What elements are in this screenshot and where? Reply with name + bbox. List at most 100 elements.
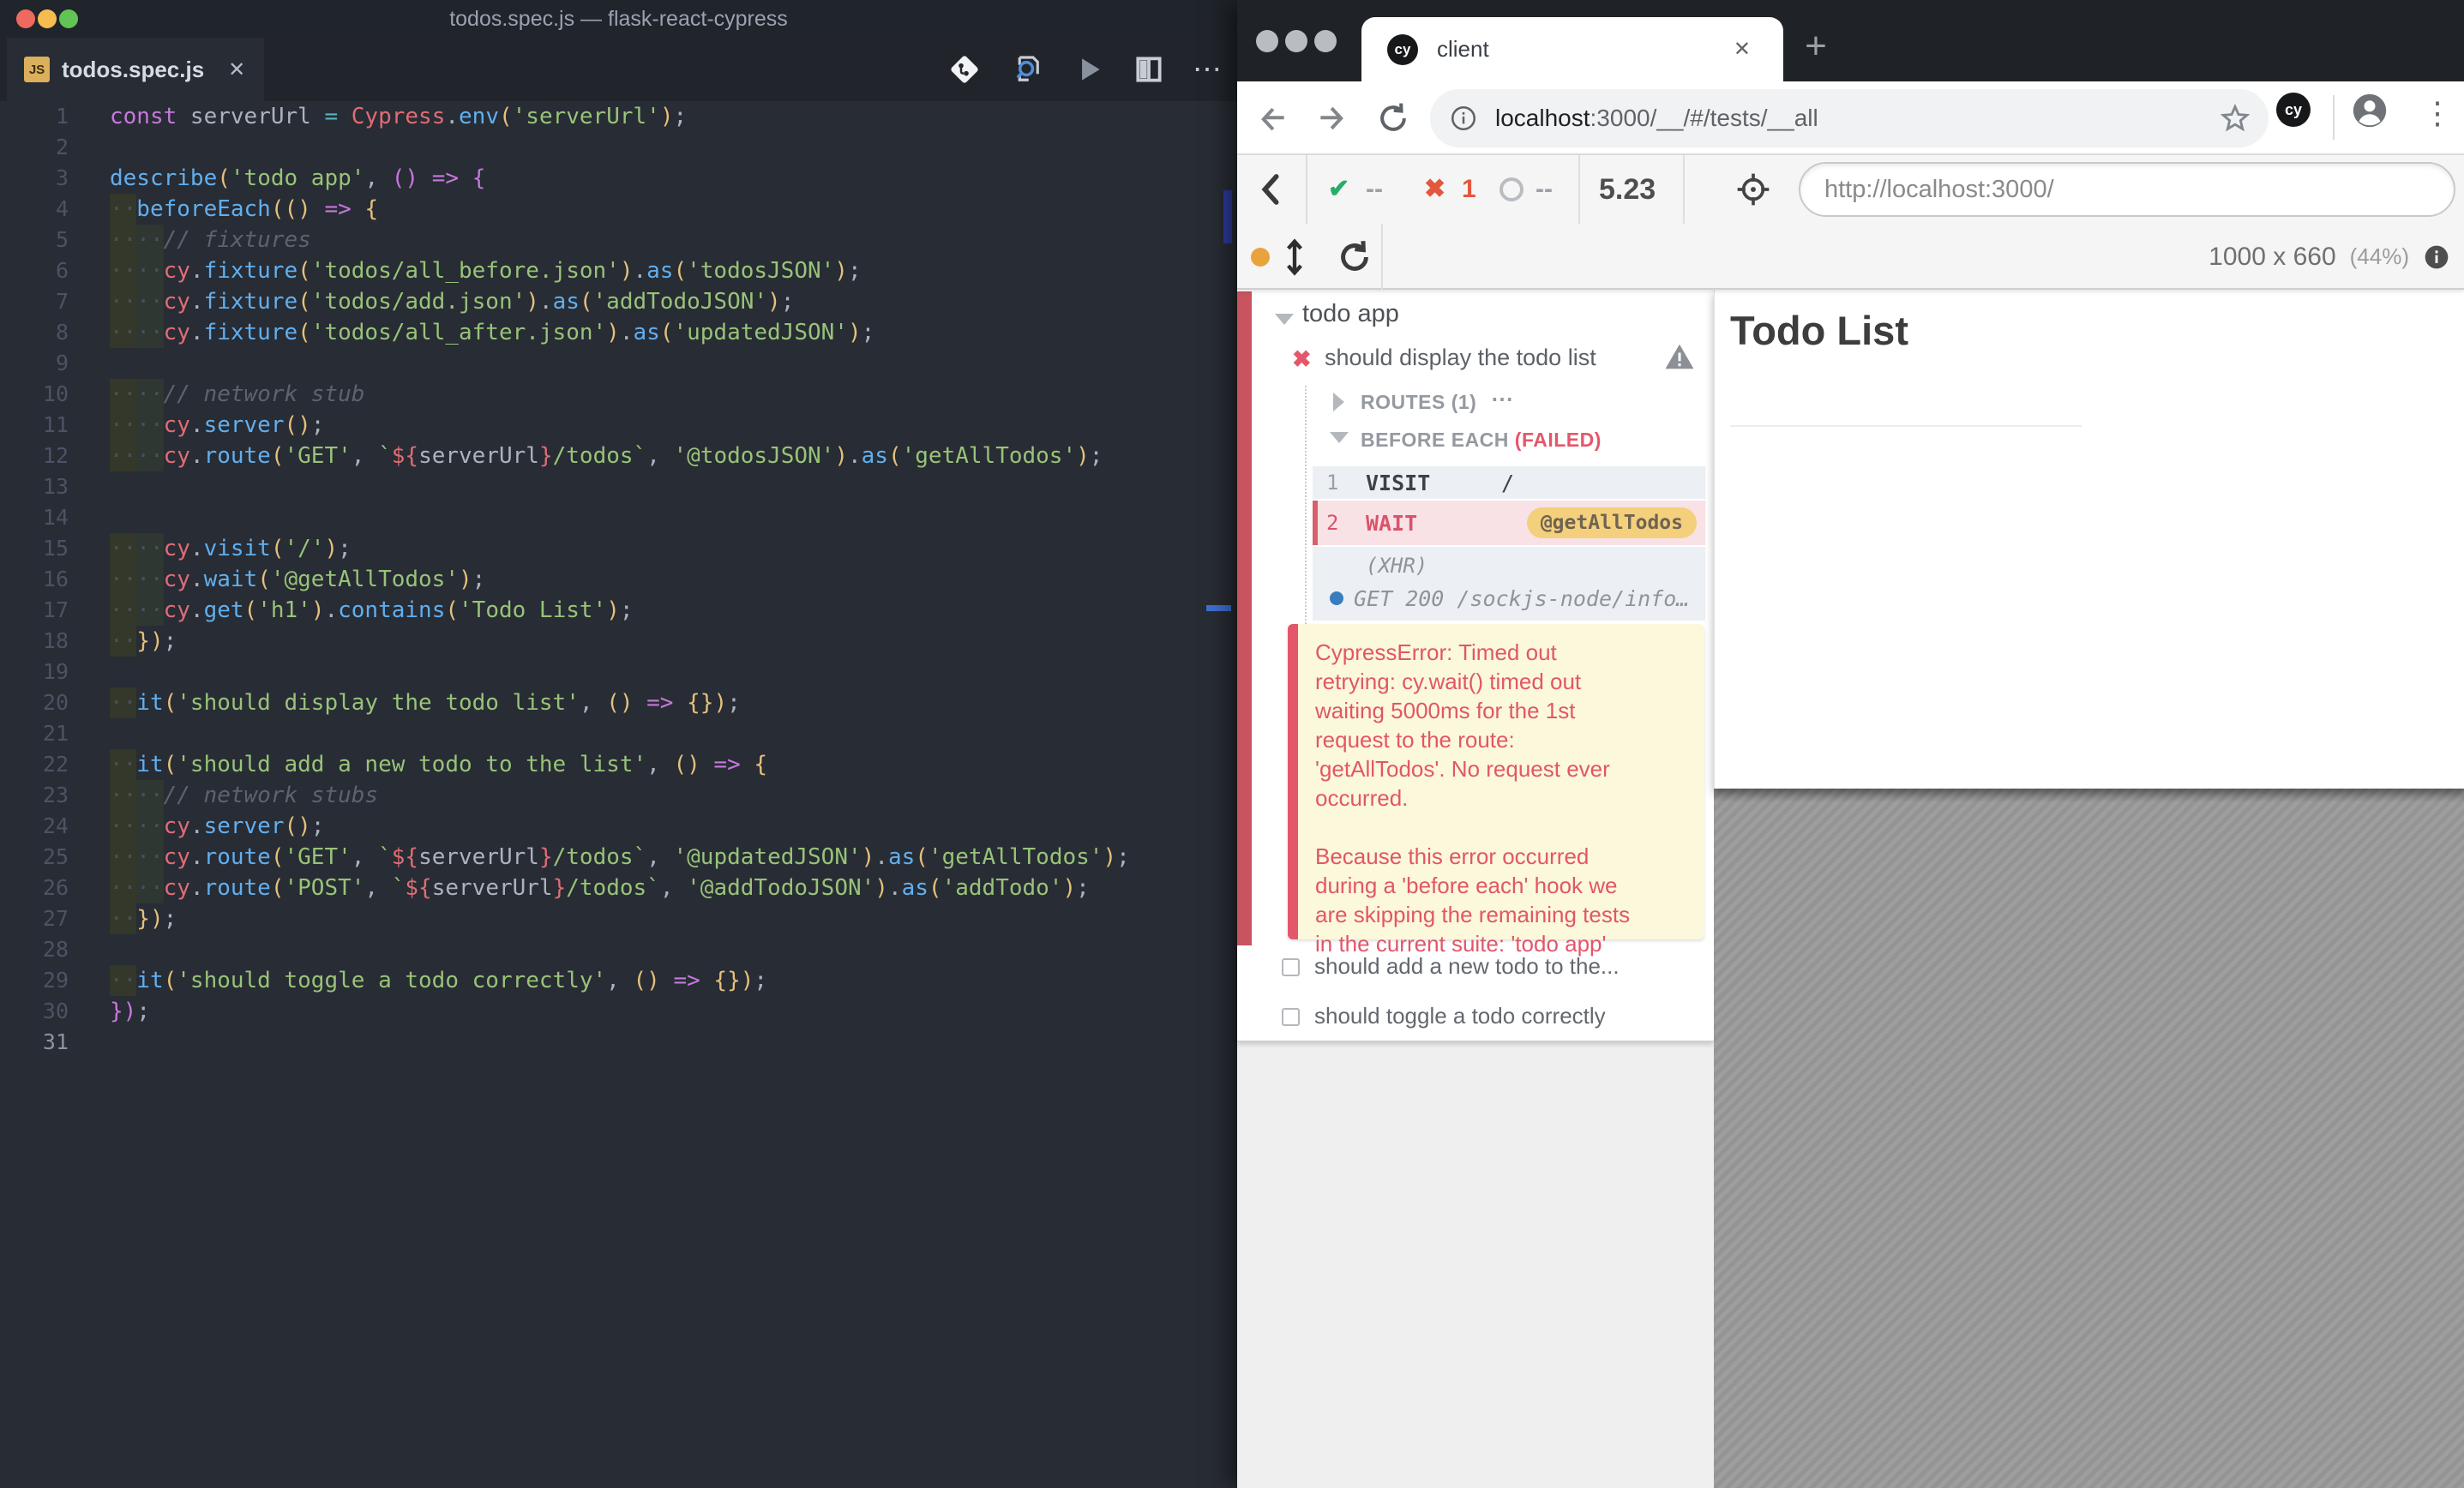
line-number: 7 xyxy=(0,286,69,317)
line-number: 8 xyxy=(0,317,69,348)
code-line[interactable]: 19 xyxy=(0,657,1206,687)
app-iframe[interactable]: Todo List xyxy=(1714,290,2464,789)
search-preview-icon[interactable] xyxy=(1009,51,1045,87)
maximize-window-button[interactable] xyxy=(1314,30,1337,52)
split-editor-icon[interactable] xyxy=(1133,53,1165,86)
code-line[interactable]: 27··}); xyxy=(0,903,1206,934)
routes-section-label[interactable]: ROUTES (1) xyxy=(1361,391,1476,414)
code-line[interactable]: 13 xyxy=(0,471,1206,502)
code-line[interactable]: 26····cy.route('POST', `${serverUrl}/tod… xyxy=(0,873,1206,903)
route-alias-badge[interactable]: @getAllTodos xyxy=(1527,507,1697,538)
code-line[interactable]: 7····cy.fixture('todos/add.json').as('ad… xyxy=(0,286,1206,317)
code-line[interactable]: 12····cy.route('GET', `${serverUrl}/todo… xyxy=(0,441,1206,471)
close-tab-icon[interactable]: ✕ xyxy=(228,57,245,82)
header-divider xyxy=(1578,155,1580,224)
viewport-crosshair-icon[interactable] xyxy=(1734,171,1772,213)
chrome-titlebar[interactable]: cy client ✕ + xyxy=(1237,0,2464,81)
suite-collapse-caret[interactable] xyxy=(1275,314,1294,325)
code-line[interactable]: 10····// network stub xyxy=(0,379,1206,410)
cypress-extension-icon[interactable]: cy xyxy=(2276,93,2311,127)
routes-more-icon[interactable]: ⋯ xyxy=(1491,386,1514,412)
page-info-icon[interactable] xyxy=(1449,104,1478,133)
error-message-box[interactable]: CypressError: Timed out retrying: cy.wai… xyxy=(1288,624,1704,939)
back-icon[interactable] xyxy=(1253,99,1290,137)
chrome-toolbar: localhost:3000/__/#/tests/__all cy ⋮ xyxy=(1237,81,2464,155)
url-text: localhost:3000/__/#/tests/__all xyxy=(1495,105,1818,132)
pending-circle-icon xyxy=(1499,177,1523,201)
suite-title[interactable]: todo app xyxy=(1302,300,1399,328)
failed-test-title[interactable]: should display the todo list xyxy=(1325,345,1596,371)
vscode-titlebar[interactable]: todos.spec.js — flask-react-cypress xyxy=(0,0,1237,38)
close-tab-icon[interactable]: ✕ xyxy=(1734,37,1751,62)
nesting-guide xyxy=(1305,386,1307,624)
new-tab-button[interactable]: + xyxy=(1794,26,1837,69)
code-line[interactable]: 15····cy.visit('/'); xyxy=(0,533,1206,564)
command-row-wait-failed[interactable]: 2 WAIT @getAllTodos xyxy=(1313,501,1705,545)
command-number: 1 xyxy=(1326,471,1338,495)
code-line[interactable]: 24····cy.server(); xyxy=(0,811,1206,842)
hook-section-label[interactable]: BEFORE EACH (FAILED) xyxy=(1361,429,1602,452)
editor-tab-label: todos.spec.js xyxy=(62,57,204,83)
code-line[interactable]: 6····cy.fixture('todos/all_before.json')… xyxy=(0,255,1206,286)
code-line[interactable]: 30}); xyxy=(0,996,1206,1027)
code-line[interactable]: 28 xyxy=(0,934,1206,965)
code-line[interactable]: 5····// fixtures xyxy=(0,225,1206,255)
code-line[interactable]: 18··}); xyxy=(0,626,1206,657)
code-line[interactable]: 31 xyxy=(0,1027,1206,1058)
minimize-window-button[interactable] xyxy=(1285,30,1307,52)
line-number: 6 xyxy=(0,255,69,286)
pending-test-title[interactable]: should add a new todo to the... xyxy=(1314,953,1620,980)
command-message: / xyxy=(1501,471,1514,495)
command-row-xhr[interactable]: (XHR) GET 200 /sockjs-node/info… xyxy=(1313,547,1705,621)
editor-tab-todos-spec[interactable]: JS todos.spec.js ✕ xyxy=(7,38,264,101)
viewport-info-icon[interactable] xyxy=(2423,243,2450,271)
browser-menu-icon[interactable]: ⋮ xyxy=(2419,95,2456,131)
error-paragraph-1: CypressError: Timed out retrying: cy.wai… xyxy=(1315,638,1687,813)
header-divider xyxy=(1683,155,1685,224)
code-line[interactable]: 1const serverUrl = Cypress.env('serverUr… xyxy=(0,101,1206,132)
code-line[interactable]: 2 xyxy=(0,132,1206,163)
more-actions-icon[interactable]: ⋯ xyxy=(1193,55,1222,84)
code-line[interactable]: 14 xyxy=(0,502,1206,533)
code-line[interactable]: 23····// network stubs xyxy=(0,780,1206,811)
code-line[interactable]: 9 xyxy=(0,348,1206,379)
code-line[interactable]: 8····cy.fixture('todos/all_after.json').… xyxy=(0,317,1206,348)
code-line[interactable]: 21 xyxy=(0,718,1206,749)
line-number: 21 xyxy=(0,718,69,749)
line-number: 4 xyxy=(0,194,69,225)
git-compare-icon[interactable] xyxy=(947,52,982,87)
restart-tests-icon[interactable] xyxy=(1335,237,1374,281)
cypress-favicon: cy xyxy=(1387,34,1418,65)
profile-avatar[interactable] xyxy=(2350,91,2389,135)
code-line[interactable]: 17····cy.get('h1').contains('Todo List')… xyxy=(0,595,1206,626)
run-code-icon[interactable] xyxy=(1073,53,1105,86)
line-number: 25 xyxy=(0,842,69,873)
close-window-button[interactable] xyxy=(1256,30,1278,52)
code-line[interactable]: 16····cy.wait('@getAllTodos'); xyxy=(0,564,1206,595)
command-row-visit[interactable]: 1 VISIT / xyxy=(1313,466,1705,499)
code-area[interactable]: 1const serverUrl = Cypress.env('serverUr… xyxy=(0,101,1206,1058)
xhr-route-dot xyxy=(1330,591,1343,605)
forward-icon[interactable] xyxy=(1314,99,1352,137)
line-number: 23 xyxy=(0,780,69,811)
hook-collapse-caret[interactable] xyxy=(1330,432,1349,443)
code-line[interactable]: 11····cy.server(); xyxy=(0,410,1206,441)
routes-collapse-caret[interactable] xyxy=(1333,393,1344,411)
viewport-background xyxy=(1714,789,2464,1488)
code-line[interactable]: 20··it('should display the todo list', (… xyxy=(0,687,1206,718)
app-url-field[interactable]: http://localhost:3000/ xyxy=(1799,162,2455,217)
code-line[interactable]: 29··it('should toggle a todo correctly',… xyxy=(0,965,1206,996)
code-line[interactable]: 4··beforeEach(() => { xyxy=(0,194,1206,225)
browser-tab-client[interactable]: cy client ✕ xyxy=(1361,17,1783,81)
address-bar[interactable]: localhost:3000/__/#/tests/__all xyxy=(1430,89,2269,147)
back-chevron-icon[interactable] xyxy=(1258,172,1283,211)
pending-test-title[interactable]: should toggle a todo correctly xyxy=(1314,1003,1606,1029)
bookmark-star-icon[interactable] xyxy=(2219,102,2251,135)
code-line[interactable]: 3describe('todo app', () => { xyxy=(0,163,1206,194)
reload-icon[interactable] xyxy=(1374,99,1412,137)
error-paragraph-2: Because this error occurred during a 'be… xyxy=(1315,842,1687,958)
scroll-updown-icon[interactable] xyxy=(1280,238,1309,280)
code-line[interactable]: 25····cy.route('GET', `${serverUrl}/todo… xyxy=(0,842,1206,873)
vscode-tab-bar: JS todos.spec.js ✕ ⋯ xyxy=(0,38,1237,101)
code-line[interactable]: 22··it('should add a new todo to the lis… xyxy=(0,749,1206,780)
